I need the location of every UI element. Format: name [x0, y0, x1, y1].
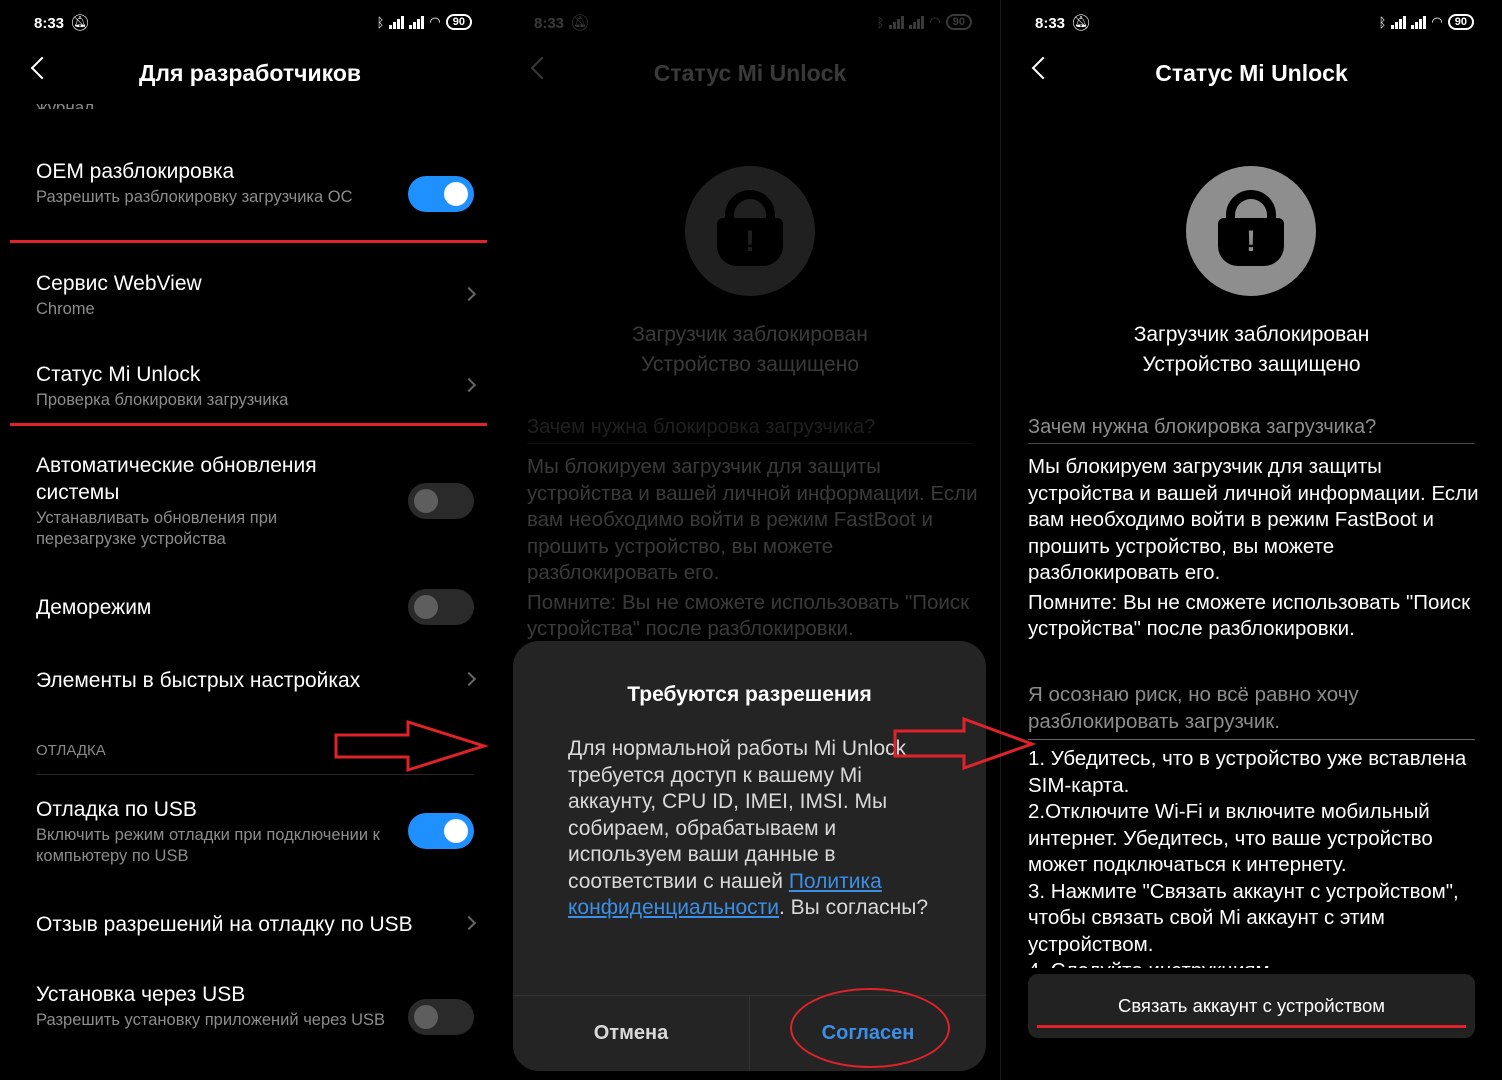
instructions: 1. Убедитесь, что в устройство уже встав… — [1028, 746, 1482, 968]
title-bar: Статус Mi Unlock — [1001, 52, 1502, 98]
setting-title: Статус Mi Unlock — [36, 363, 201, 386]
setting-subtitle: Chrome — [36, 300, 95, 318]
battery-icon: 90 — [445, 14, 472, 30]
setting-subtitle: Разрешить установку приложений через USB — [36, 1011, 386, 1029]
demo-mode-toggle[interactable] — [408, 589, 474, 625]
setting-mi-unlock-status[interactable]: Статус Mi Unlock Проверка блокировки заг… — [36, 361, 474, 411]
step: 1. Убедитесь, что в устройство уже встав… — [1028, 747, 1467, 797]
status-icons: ᛒ ◠ 90 — [1379, 14, 1474, 30]
annotation-circle — [790, 988, 950, 1068]
mi-unlock-status-screen: 8:33 🔕︎ ᛒ ◠ 90 Статус Mi Unlock ! Загруз… — [1001, 0, 1502, 1080]
annotation-underline — [10, 423, 487, 426]
battery-icon: 90 — [1447, 14, 1474, 30]
signal-icon-2 — [409, 15, 425, 29]
oem-unlock-toggle[interactable] — [408, 176, 474, 212]
divider — [36, 774, 474, 775]
setting-subtitle: Включить режим отладки при подключении к… — [36, 826, 380, 865]
annotation-underline — [1037, 1025, 1466, 1028]
mute-icon: 🔕︎ — [1071, 15, 1092, 32]
setting-title: Элементы в быстрых настройках — [36, 669, 361, 692]
setting-quick-settings-tiles[interactable]: Элементы в быстрых настройках — [36, 667, 474, 694]
status-time: 8:33 — [1035, 15, 1066, 32]
setting-title: Установка через USB — [36, 983, 246, 1006]
setting-auto-updates[interactable]: Автоматические обновления системы Устана… — [36, 452, 380, 550]
status-line-1: Загрузчик заблокирован — [1133, 323, 1370, 346]
step: 4. Следуйте инструкциям — [1028, 958, 1482, 968]
developer-options-screen: 8:33 🔕︎ ᛒ ◠ 90 Для разработчиков журнал … — [0, 0, 500, 1080]
bluetooth-icon: ᛒ — [1378, 14, 1387, 30]
wifi-icon: ◠ — [1431, 14, 1443, 29]
status-bar: 8:33 🔕︎ ᛒ ◠ 90 — [0, 10, 500, 38]
setting-subtitle: Проверка блокировки загрузчика — [36, 391, 289, 409]
risk-checkbox[interactable]: Я осознаю риск, но всё равно хочу разбло… — [1028, 682, 1475, 740]
page-title: Для разработчиков — [138, 60, 362, 86]
status-bar: 8:33 🔕︎ ᛒ ◠ 90 — [1001, 10, 1502, 38]
install-via-usb-toggle[interactable] — [408, 999, 474, 1035]
setting-subtitle: Устанавливать обновления при перезагрузк… — [36, 509, 278, 548]
section-header-debugging: ОТЛАДКА — [36, 742, 106, 759]
step: 3. Нажмите "Связать аккаунт с устройство… — [1028, 879, 1459, 956]
setting-title: Отладка по USB — [36, 798, 197, 821]
bluetooth-icon: ᛒ — [376, 14, 385, 30]
usb-debugging-toggle[interactable] — [408, 813, 474, 849]
bind-account-button[interactable]: Связать аккаунт с устройством — [1028, 974, 1475, 1038]
annotation-arrow — [893, 716, 1037, 771]
dialog-title: Требуются разрешения — [627, 683, 872, 706]
permissions-dialog: Требуются разрешения Для нормальной рабо… — [513, 641, 986, 1071]
step: 2.Отключите Wi-Fi и включите мобильный и… — [1028, 800, 1433, 876]
setting-usb-debugging[interactable]: Отладка по USB Включить режим отладки пр… — [36, 796, 380, 867]
setting-title: Отзыв разрешений на отладку по USB — [36, 913, 413, 936]
cancel-button[interactable]: Отмена — [513, 995, 749, 1071]
setting-webview[interactable]: Сервис WebView Chrome — [36, 270, 474, 320]
dialog-text-end: . Вы согласны? — [779, 896, 929, 919]
wifi-icon: ◠ — [429, 14, 441, 29]
setting-title: OEM разблокировка — [36, 160, 235, 183]
lock-status: Загрузчик заблокирован Устройство защище… — [1001, 320, 1502, 380]
status-icons: ᛒ ◠ 90 — [377, 14, 472, 30]
setting-title: Автоматические обновления системы — [36, 454, 317, 504]
mute-icon: 🔕︎ — [70, 15, 91, 32]
setting-title: Сервис WebView — [36, 272, 202, 295]
setting-revoke-usb-debugging[interactable]: Отзыв разрешений на отладку по USB — [36, 911, 474, 938]
mi-unlock-dialog-screen: 8:33 🔕︎ ᛒ ◠ 90 Статус Mi Unlock ! Загруз… — [500, 0, 1000, 1080]
annotation-arrow — [334, 719, 489, 773]
list-item-cut: журнал — [36, 98, 95, 117]
paragraph: Мы блокируем загрузчик для защиты устрой… — [1028, 455, 1479, 584]
why-heading[interactable]: Зачем нужна блокировка загрузчика? — [1028, 416, 1475, 444]
annotation-underline — [10, 240, 487, 243]
page-title: Статус Mi Unlock — [1155, 60, 1348, 86]
status-line-2: Устройство защищено — [1142, 353, 1361, 376]
title-bar: Для разработчиков — [0, 52, 500, 98]
auto-updates-toggle[interactable] — [408, 483, 474, 519]
setting-install-via-usb[interactable]: Установка через USB Разрешить установку … — [36, 981, 390, 1031]
signal-icon — [1391, 15, 1407, 29]
lock-icon: ! — [1186, 166, 1316, 296]
status-time: 8:33 — [34, 15, 65, 32]
explanation-text: Мы блокируем загрузчик для защиты устрой… — [1028, 454, 1482, 643]
signal-icon — [389, 15, 405, 29]
setting-subtitle: Разрешить разблокировку загрузчика ОС — [36, 188, 353, 206]
signal-icon-2 — [1411, 15, 1427, 29]
paragraph: Помните: Вы не сможете использовать "Пои… — [1028, 590, 1471, 641]
